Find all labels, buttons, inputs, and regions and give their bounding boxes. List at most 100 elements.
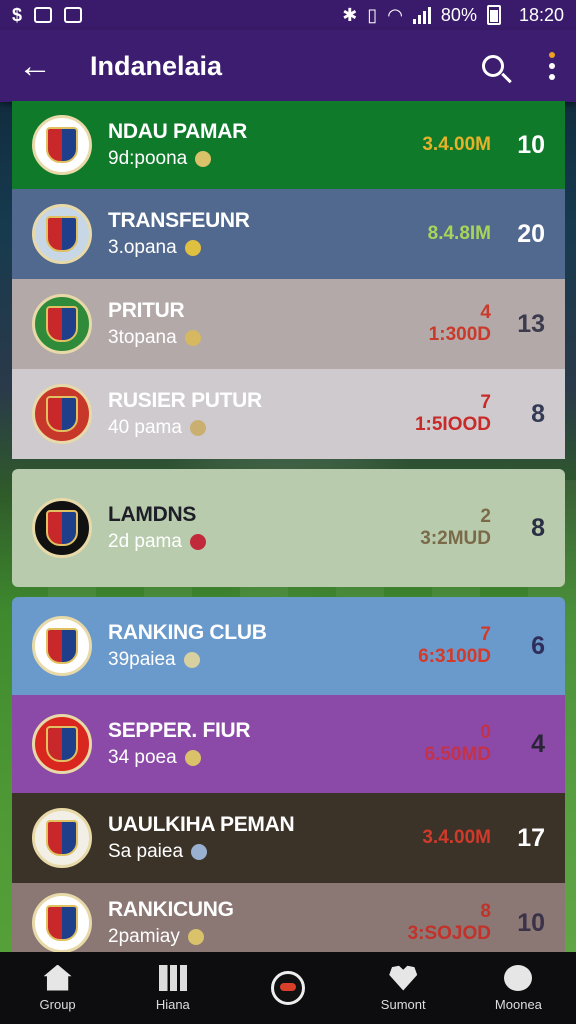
- rank-number: 4: [531, 729, 545, 758]
- transfer-value: 7 6:3100D: [401, 624, 491, 668]
- list-item[interactable]: PRITUR 3topana 4 1:300D 13: [12, 279, 565, 369]
- clock: 18:20: [518, 4, 564, 25]
- nav-label: Moonea: [494, 996, 542, 1012]
- item-subtitle-row: 34 poea: [108, 747, 401, 769]
- club-crest-icon: [32, 498, 92, 558]
- club-crest-icon: [32, 893, 92, 953]
- item-subtitle-row: 2d pama: [108, 531, 401, 553]
- rank-number: 20: [517, 219, 545, 248]
- bluetooth-icon: ✱: [342, 4, 358, 25]
- item-info: PRITUR 3topana: [108, 299, 401, 349]
- search-icon[interactable]: [482, 55, 504, 77]
- value-amount: 3:2MUD: [420, 528, 491, 549]
- page-title: Indanelaia: [90, 50, 223, 81]
- item-info: LAMDNS 2d pama: [108, 503, 401, 553]
- item-info: TRANSFEUNR 3.opana: [108, 209, 401, 259]
- rank-number: 10: [517, 908, 545, 937]
- club-crest-icon: [32, 115, 92, 175]
- item-name: RANKING CLUB: [108, 621, 267, 644]
- list-item[interactable]: RUSIER PUTUR 40 pama 7 1:5IOOD 8: [12, 369, 565, 459]
- transfer-value: 7 1:5IOOD: [401, 392, 491, 436]
- bottom-navigation: Group Hiana Sumont Moonea: [0, 952, 576, 1024]
- item-name: NDAU PAMAR: [108, 120, 247, 143]
- item-subtitle-row: 3topana: [108, 327, 401, 349]
- value-change: 4: [480, 302, 491, 323]
- item-name: RANKICUNG: [108, 898, 234, 921]
- nav-label: Group: [39, 996, 76, 1012]
- nav-moonea[interactable]: Moonea: [461, 952, 576, 1024]
- home-icon: [43, 964, 72, 991]
- ball-icon: [187, 929, 204, 945]
- item-subtitle: 3.opana: [108, 237, 177, 258]
- rank-number: 8: [531, 513, 545, 542]
- list-item[interactable]: LAMDNS 2d pama 2 3:2MUD 8: [12, 469, 565, 587]
- club-crest-icon: [32, 808, 92, 868]
- battery-icon: [486, 5, 501, 25]
- rank-number: 6: [531, 631, 545, 660]
- item-info: NDAU PAMAR 9d:poona: [108, 120, 401, 170]
- item-info: UAULKIHA PEMAN Sa paiea: [108, 813, 401, 863]
- item-subtitle-row: 2pamiay: [108, 926, 401, 948]
- item-subtitle-row: 39paiea: [108, 649, 401, 671]
- item-info: RUSIER PUTUR 40 pama: [108, 389, 401, 439]
- item-subtitle-row: Sa paiea: [108, 841, 401, 863]
- value-amount: 6:3100D: [418, 646, 491, 667]
- ball-icon: [184, 240, 201, 256]
- ball-icon: [184, 750, 201, 766]
- status-bar: $ ✱ ▯ ◠ 80% 18:20: [0, 0, 576, 30]
- wifi-icon: ◠: [387, 4, 403, 25]
- nav-sumont[interactable]: Sumont: [346, 952, 461, 1024]
- signal-icon: [412, 6, 431, 24]
- transfer-value: 3.4.00M: [401, 827, 491, 849]
- chart-icon: [158, 964, 187, 991]
- app-bar: ← Indanelaia: [0, 30, 576, 102]
- item-name: RUSIER PUTUR: [108, 389, 262, 412]
- image-icon: [34, 7, 53, 23]
- club-crest-icon: [32, 616, 92, 676]
- item-subtitle-row: 3.opana: [108, 237, 401, 259]
- item-subtitle: 9d:poona: [108, 148, 188, 169]
- list-item[interactable]: SEPPER. FIUR 34 poea 0 6.50MD 4: [12, 695, 565, 793]
- value-amount: 1:5IOOD: [414, 414, 491, 435]
- item-name: SEPPER. FIUR: [108, 719, 251, 742]
- value-amount: 6.50MD: [424, 744, 491, 765]
- rank-number: 17: [517, 823, 545, 852]
- ball-icon: [195, 151, 212, 167]
- nav-ball[interactable]: [230, 952, 345, 1024]
- list-item[interactable]: TRANSFEUNR 3.opana 8.4.8IM 20: [12, 189, 565, 279]
- nav-group[interactable]: Group: [0, 952, 115, 1024]
- transfer-value: 3.4.00M: [401, 134, 491, 156]
- list-item[interactable]: UAULKIHA PEMAN Sa paiea 3.4.00M 17: [12, 793, 565, 883]
- item-subtitle: 34 poea: [108, 747, 177, 768]
- rank-number: 10: [517, 130, 545, 159]
- item-subtitle: 40 pama: [108, 417, 182, 438]
- ball-icon: [183, 652, 200, 668]
- rank-number: 8: [531, 399, 545, 428]
- list-item[interactable]: RANKICUNG 2pamiay 8 3:SOJOD 10: [12, 883, 565, 963]
- value-change: 7: [480, 624, 491, 645]
- back-arrow-icon[interactable]: ←: [18, 47, 66, 86]
- value-amount: 1:300D: [428, 324, 491, 345]
- item-name: UAULKIHA PEMAN: [108, 813, 295, 836]
- club-crest-icon: [32, 204, 92, 264]
- more-options-icon[interactable]: [546, 52, 558, 80]
- value-amount: 8.4.8IM: [427, 223, 491, 244]
- rank-number: 13: [517, 309, 545, 338]
- item-info: RANKICUNG 2pamiay: [108, 898, 401, 948]
- nav-label: Hiana: [155, 996, 190, 1012]
- message-icon: [504, 964, 533, 991]
- list-item[interactable]: RANKING CLUB 39paiea 7 6:3100D 6: [12, 597, 565, 695]
- list-item[interactable]: NDAU PAMAR 9d:poona 3.4.00M 10: [12, 101, 565, 189]
- value-amount: 3.4.00M: [422, 827, 491, 848]
- value-amount: 3.4.00M: [422, 134, 491, 155]
- nav-hiana[interactable]: Hiana: [115, 952, 230, 1024]
- transfer-value: 0 6.50MD: [401, 722, 491, 766]
- club-crest-icon: [32, 714, 92, 774]
- item-subtitle: 3topana: [108, 327, 177, 348]
- club-crest-icon: [32, 294, 92, 354]
- value-change: 0: [480, 722, 491, 743]
- item-subtitle: 2pamiay: [108, 926, 180, 947]
- nav-label: Sumont: [380, 996, 426, 1012]
- item-subtitle-row: 40 pama: [108, 417, 401, 439]
- ball-icon: [271, 971, 305, 1005]
